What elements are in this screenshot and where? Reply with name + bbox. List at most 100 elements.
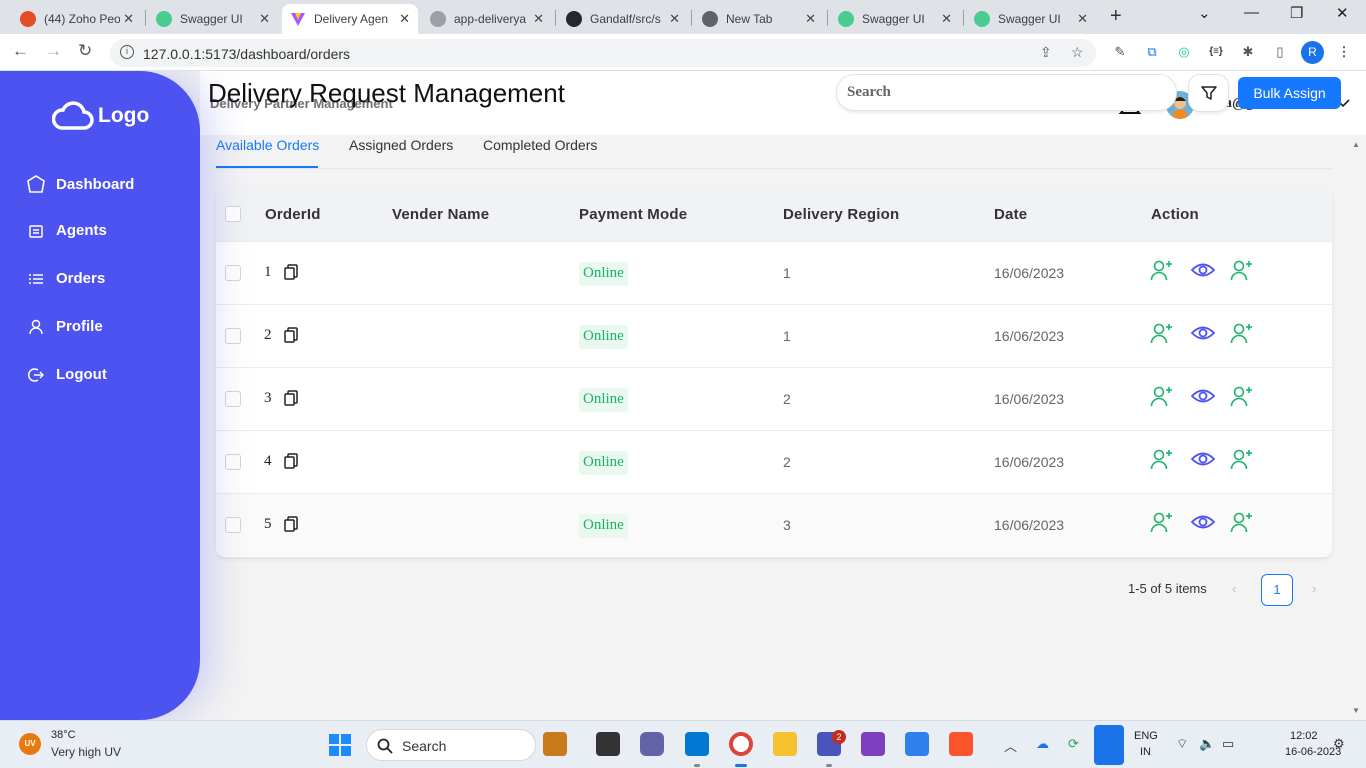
sidebar-item-orders[interactable]: Orders — [26, 270, 105, 287]
chrome-icon[interactable] — [729, 732, 753, 756]
restore-icon[interactable]: ❐ — [1290, 4, 1303, 22]
copy-icon[interactable] — [284, 327, 298, 348]
profile-avatar[interactable]: R — [1301, 41, 1324, 64]
notification-center-icon[interactable]: ⚙ — [1333, 736, 1345, 752]
region-indicator[interactable]: IN — [1140, 746, 1151, 758]
scroll-down-icon[interactable]: ▼ — [1352, 706, 1360, 715]
search-input[interactable] — [836, 74, 1177, 111]
tab-assigned-orders[interactable]: Assigned Orders — [349, 137, 453, 153]
weather-description[interactable]: Very high UV — [51, 745, 121, 759]
file-explorer-icon[interactable] — [773, 732, 797, 756]
row-checkbox[interactable] — [225, 517, 241, 533]
browser-tab[interactable]: Swagger UI ✕ — [830, 4, 960, 34]
sidebar-item-agents[interactable]: Agents — [26, 222, 107, 239]
close-tab-icon[interactable]: ✕ — [669, 11, 680, 27]
sync-icon[interactable]: ⟳ — [1068, 736, 1079, 752]
forward-icon[interactable]: → — [45, 41, 62, 61]
task-view-icon[interactable] — [596, 732, 620, 756]
copy-icon[interactable] — [284, 453, 298, 474]
todo-icon[interactable] — [905, 732, 929, 756]
briefcase-app-icon[interactable] — [543, 732, 567, 756]
close-tab-icon[interactable]: ✕ — [399, 11, 410, 27]
battery-icon[interactable]: ▭ — [1222, 736, 1234, 752]
close-tab-icon[interactable]: ✕ — [259, 11, 270, 27]
circle-extension-icon[interactable]: ◎ — [1175, 43, 1193, 61]
add-user-icon[interactable] — [1230, 384, 1254, 413]
page-number-button[interactable]: 1 — [1261, 574, 1293, 606]
close-tab-icon[interactable]: ✕ — [805, 11, 816, 27]
visual-studio-icon[interactable] — [861, 732, 885, 756]
view-eye-icon[interactable] — [1190, 447, 1216, 476]
row-checkbox[interactable] — [225, 328, 241, 344]
json-extension-icon[interactable]: {≡} — [1207, 43, 1225, 61]
close-tab-icon[interactable]: ✕ — [123, 11, 134, 27]
select-all-checkbox[interactable] — [225, 206, 241, 222]
assign-agent-icon[interactable] — [1150, 384, 1174, 413]
view-eye-icon[interactable] — [1190, 321, 1216, 350]
logo[interactable]: Logo — [52, 101, 149, 131]
prev-page-icon[interactable]: ‹ — [1232, 581, 1236, 596]
browser-tab[interactable]: Swagger UI ✕ — [966, 4, 1096, 34]
onedrive-icon[interactable]: ☁ — [1036, 736, 1049, 752]
row-checkbox[interactable] — [225, 454, 241, 470]
site-info-icon[interactable]: i — [120, 45, 134, 59]
view-eye-icon[interactable] — [1190, 384, 1216, 413]
browser-tab[interactable]: (44) Zoho Peo ✕ — [12, 4, 142, 34]
view-eye-icon[interactable] — [1190, 510, 1216, 539]
more-menu-icon[interactable]: ⋮ — [1335, 43, 1353, 61]
add-user-icon[interactable] — [1230, 510, 1254, 539]
puzzle-extensions-icon[interactable]: ✱ — [1239, 43, 1257, 61]
back-icon[interactable]: ← — [12, 41, 29, 61]
copy-icon[interactable] — [284, 264, 298, 285]
bookmark-star-icon[interactable]: ☆ — [1071, 44, 1084, 61]
url-text[interactable]: 127.0.0.1:5173/dashboard/orders — [143, 46, 350, 62]
filter-button[interactable] — [1188, 74, 1229, 112]
taskbar-search[interactable]: Search — [366, 729, 536, 761]
row-checkbox[interactable] — [225, 265, 241, 281]
side-panel-icon[interactable]: ▯ — [1271, 43, 1289, 61]
browser-tab[interactable]: New Tab ✕ — [694, 4, 824, 34]
close-tab-icon[interactable]: ✕ — [941, 11, 952, 27]
copy-icon[interactable] — [284, 390, 298, 411]
sidebar-item-profile[interactable]: Profile — [26, 318, 103, 335]
new-tab-icon[interactable]: + — [1110, 5, 1122, 28]
tab-search-chevron-icon[interactable]: ⌄ — [1198, 4, 1211, 22]
close-tab-icon[interactable]: ✕ — [1077, 11, 1088, 27]
wifi-icon[interactable]: ⌔ — [1176, 736, 1188, 752]
bulk-assign-button[interactable]: Bulk Assign — [1238, 77, 1341, 109]
tab-available-orders[interactable]: Available Orders — [216, 137, 319, 153]
add-user-icon[interactable] — [1230, 321, 1254, 350]
browser-tab-active[interactable]: Delivery Agen ✕ — [282, 4, 418, 34]
row-checkbox[interactable] — [225, 391, 241, 407]
teams-meet-icon[interactable] — [640, 732, 664, 756]
windows-start-icon[interactable] — [329, 734, 351, 761]
clock-time[interactable]: 12:02 — [1290, 730, 1318, 742]
assign-agent-icon[interactable] — [1150, 447, 1174, 476]
volume-icon[interactable]: 🔈 — [1199, 736, 1215, 752]
copy-extension-icon[interactable]: ⧉ — [1143, 43, 1161, 61]
close-tab-icon[interactable]: ✕ — [533, 11, 544, 27]
vscode-icon[interactable] — [685, 732, 709, 756]
browser-tab[interactable]: app-deliverya ✕ — [422, 4, 552, 34]
copy-icon[interactable] — [284, 516, 298, 537]
tab-completed-orders[interactable]: Completed Orders — [483, 137, 597, 153]
language-indicator[interactable]: ENG — [1134, 730, 1158, 742]
address-bar[interactable]: i 127.0.0.1:5173/dashboard/orders ⇪ ☆ — [110, 39, 1096, 67]
add-user-icon[interactable] — [1230, 447, 1254, 476]
weather-temperature[interactable]: 38°C — [51, 729, 76, 741]
microphone-icon[interactable] — [1094, 725, 1124, 765]
close-window-icon[interactable]: ✕ — [1336, 4, 1349, 22]
view-eye-icon[interactable] — [1190, 258, 1216, 287]
sidebar-item-logout[interactable]: Logout — [26, 366, 107, 383]
scroll-up-icon[interactable]: ▲ — [1352, 140, 1360, 149]
browser-tab[interactable]: Gandalf/src/s ✕ — [558, 4, 688, 34]
share-icon[interactable]: ⇪ — [1040, 44, 1052, 61]
next-page-icon[interactable]: › — [1312, 581, 1316, 596]
tray-chevron-up-icon[interactable]: ︿ — [1004, 736, 1017, 755]
assign-agent-icon[interactable] — [1150, 321, 1174, 350]
brave-icon[interactable] — [949, 732, 973, 756]
eyedropper-extension-icon[interactable]: ✎ — [1111, 43, 1129, 61]
assign-agent-icon[interactable] — [1150, 258, 1174, 287]
sidebar-item-dashboard[interactable]: Dashboard — [26, 174, 134, 194]
weather-icon[interactable]: UV — [19, 733, 41, 755]
